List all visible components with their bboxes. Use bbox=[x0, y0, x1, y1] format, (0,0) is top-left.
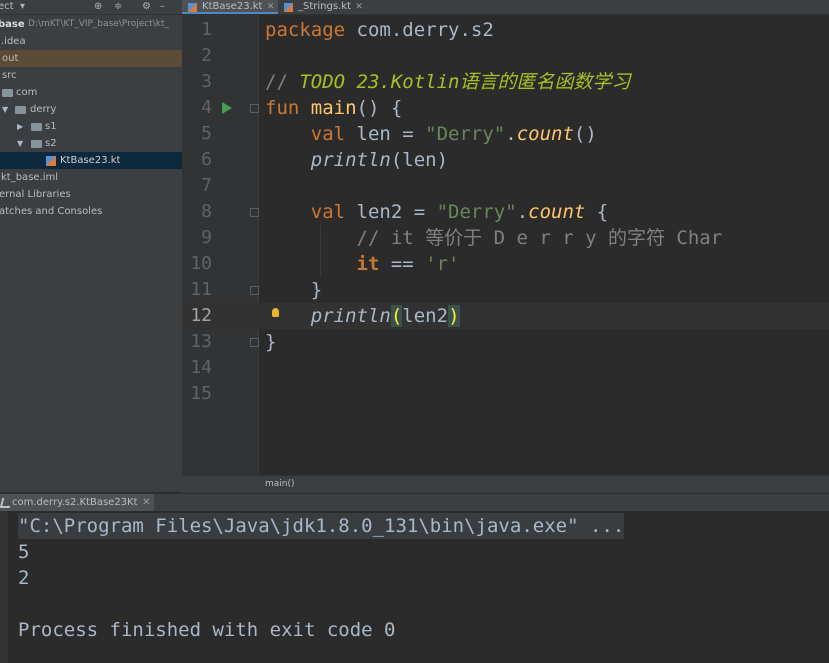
tab-ktbase23[interactable]: KtBase23.kt ✕ bbox=[182, 0, 279, 14]
code-editor[interactable]: 1 2 3 4 5 6 7 8 9 10 11 12 13 14 15 pack… bbox=[182, 15, 829, 475]
kotlin-file-icon bbox=[188, 3, 197, 12]
tree-item-project-root[interactable]: base D:\mKT\KT_VIP_base\Project\kt_ bbox=[0, 16, 182, 33]
line-number: 1 bbox=[201, 19, 212, 40]
console-command-line: "C:\Program Files\Java\jdk1.8.0_131\bin\… bbox=[18, 513, 625, 539]
run-gutter-icon[interactable] bbox=[222, 102, 232, 114]
line-number: 3 bbox=[201, 71, 212, 92]
collapse-icon[interactable]: ≑ bbox=[114, 0, 122, 14]
line-number: 13 bbox=[190, 331, 212, 352]
line-number: 11 bbox=[190, 279, 212, 300]
editor-breadcrumb: main() bbox=[182, 475, 829, 493]
tree-item-label: ernal Libraries bbox=[0, 189, 71, 200]
tree-item-out[interactable]: out bbox=[0, 50, 182, 67]
line-number: 2 bbox=[201, 45, 212, 66]
close-icon[interactable]: ✕ bbox=[142, 494, 150, 512]
tab-label: _Strings.kt bbox=[298, 1, 351, 12]
line-number: 10 bbox=[190, 253, 212, 274]
code-line-1: package com.derry.s2 bbox=[265, 19, 494, 41]
tree-item-path: D:\mKT\KT_VIP_base\Project\kt_ bbox=[28, 19, 169, 29]
tree-item-label: src bbox=[2, 70, 17, 81]
line-number: 9 bbox=[201, 227, 212, 248]
editor-tab-bar: KtBase23.kt ✕ _Strings.kt ✕ bbox=[182, 0, 829, 15]
run-panel-header: com.derry.s2.KtBase23Kt ✕ bbox=[0, 493, 829, 512]
code-line-11: } bbox=[310, 279, 323, 301]
tree-item-label: s1 bbox=[45, 121, 57, 132]
tree-item-label: atches and Consoles bbox=[0, 206, 103, 217]
gutter-divider bbox=[258, 15, 259, 475]
tree-item-label: .idea bbox=[1, 36, 26, 47]
tab-label: KtBase23.kt bbox=[202, 1, 263, 12]
tree-item-derry[interactable]: ▼ derry bbox=[0, 101, 182, 118]
code-line-13: } bbox=[265, 331, 277, 353]
code-line-3: // TODO 23.Kotlin语言的匿名函数学习 bbox=[265, 71, 631, 93]
tree-item-label: s2 bbox=[45, 138, 57, 149]
tree-item-src[interactable]: src bbox=[0, 67, 182, 84]
collapse-arrow-icon[interactable]: ▶ bbox=[17, 118, 23, 135]
line-number: 15 bbox=[190, 383, 212, 404]
folder-icon bbox=[31, 140, 42, 148]
breadcrumb-item[interactable]: main() bbox=[265, 476, 295, 493]
console-output-line: 5 bbox=[18, 541, 30, 563]
tree-item-label: KtBase23.kt bbox=[60, 155, 121, 166]
tree-item-com[interactable]: com bbox=[0, 84, 182, 101]
kotlin-file-icon bbox=[284, 3, 293, 12]
dropdown-arrow-icon[interactable]: ▾ bbox=[20, 0, 25, 14]
gear-icon[interactable]: ⚙ bbox=[142, 0, 151, 14]
line-number: 7 bbox=[201, 175, 212, 196]
tree-item-idea[interactable]: .idea bbox=[0, 33, 182, 50]
folder-icon bbox=[31, 123, 42, 131]
line-number: 14 bbox=[190, 357, 212, 378]
locate-icon[interactable]: ⊕ bbox=[94, 0, 102, 14]
code-line-8: val len2 = "Derry".count { bbox=[310, 201, 609, 223]
code-line-4: fun main() { bbox=[265, 97, 403, 119]
run-config-icon bbox=[0, 498, 13, 508]
tree-item-s2[interactable]: ▼ s2 bbox=[0, 135, 182, 152]
console-gutter bbox=[0, 511, 8, 663]
project-panel: ect ▾ ⊕ ≑ ⚙ – base D:\mKT\KT_VIP_base\Pr… bbox=[0, 0, 182, 492]
fold-marker-icon[interactable] bbox=[250, 104, 259, 113]
code-line-6: println(len) bbox=[310, 149, 449, 171]
line-number: 8 bbox=[201, 201, 212, 222]
tree-item-iml[interactable]: kt_base.iml bbox=[0, 169, 182, 186]
tree-item-s1[interactable]: ▶ s1 bbox=[0, 118, 182, 135]
line-number: 6 bbox=[201, 149, 212, 170]
fold-marker-icon[interactable] bbox=[250, 338, 259, 347]
expand-arrow-icon[interactable]: ▼ bbox=[17, 135, 23, 152]
expand-arrow-icon[interactable]: ▼ bbox=[2, 101, 8, 118]
code-line-5: val len = "Derry".count() bbox=[310, 123, 597, 145]
fold-marker-icon[interactable] bbox=[250, 208, 259, 217]
tree-item-ktbase23[interactable]: KtBase23.kt bbox=[0, 152, 182, 169]
console-exit-message: Process finished with exit code 0 bbox=[18, 619, 396, 641]
line-number: 5 bbox=[201, 123, 212, 144]
tree-item-label: kt_base.iml bbox=[1, 172, 59, 183]
line-number: 12 bbox=[190, 305, 212, 326]
run-console[interactable]: "C:\Program Files\Java\jdk1.8.0_131\bin\… bbox=[0, 511, 829, 663]
project-panel-title[interactable]: ect bbox=[0, 0, 14, 14]
fold-marker-icon[interactable] bbox=[250, 286, 259, 295]
run-tab[interactable]: com.derry.s2.KtBase23Kt ✕ bbox=[0, 494, 154, 512]
tree-item-external-libraries[interactable]: ernal Libraries bbox=[0, 186, 182, 203]
tree-item-label: base bbox=[0, 19, 25, 30]
line-number: 4 bbox=[201, 97, 212, 118]
tree-item-label: derry bbox=[30, 104, 57, 115]
folder-icon bbox=[15, 106, 26, 114]
kotlin-file-icon bbox=[46, 156, 56, 166]
folder-icon bbox=[2, 89, 13, 97]
tab-strings[interactable]: _Strings.kt ✕ bbox=[278, 0, 367, 14]
code-line-12: println(len2) bbox=[310, 305, 460, 327]
tree-item-label: com bbox=[16, 87, 38, 98]
project-panel-header: ect ▾ ⊕ ≑ ⚙ – bbox=[0, 0, 182, 15]
console-output-line: 2 bbox=[18, 567, 30, 589]
close-icon[interactable]: ✕ bbox=[267, 0, 275, 14]
close-icon[interactable]: ✕ bbox=[355, 0, 363, 14]
code-line-10: it == 'r' bbox=[356, 253, 460, 275]
tree-item-label: out bbox=[2, 53, 19, 64]
hide-icon[interactable]: – bbox=[160, 0, 165, 14]
code-line-9: // it 等价于 D e r r y 的字符 Char bbox=[356, 227, 723, 249]
tree-item-scratches[interactable]: atches and Consoles bbox=[0, 203, 182, 220]
run-tab-label: com.derry.s2.KtBase23Kt bbox=[12, 497, 138, 508]
